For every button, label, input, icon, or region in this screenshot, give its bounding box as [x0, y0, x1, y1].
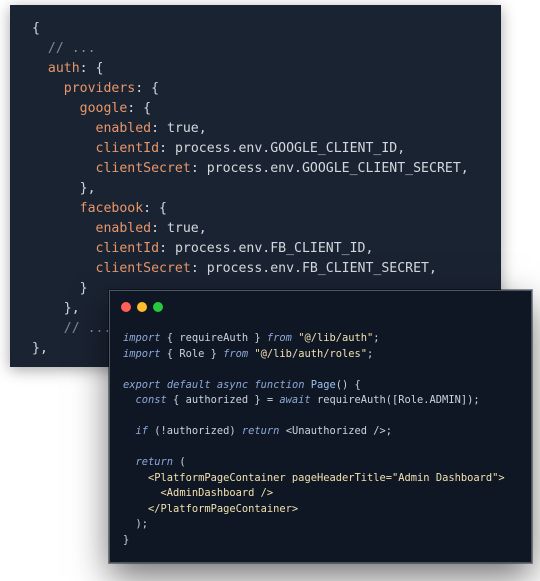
code-key: enabled — [95, 221, 152, 236]
code-punct: : { — [79, 61, 104, 76]
jsx-attr: pageHeaderTitle= — [285, 471, 393, 484]
code-key: clientSecret — [95, 161, 191, 176]
code-key: google — [79, 101, 128, 116]
minimize-window-button[interactable] — [137, 302, 147, 312]
code-value: : true, — [151, 121, 207, 136]
keyword: if — [135, 425, 149, 437]
code-punct: : { — [135, 81, 160, 96]
keyword: import — [123, 332, 161, 344]
window-titlebar — [110, 291, 531, 318]
code-key: providers — [63, 81, 136, 96]
keyword: export — [123, 378, 161, 391]
code-punct: : { — [127, 101, 152, 116]
keyword: return — [135, 456, 174, 468]
string-literal: "@/lib/auth" — [298, 332, 374, 344]
editor-window: import { requireAuth } from "@/lib/auth"… — [109, 290, 532, 563]
code-text: requireAuth([Role.ADMIN]); — [310, 394, 480, 406]
close-window-button[interactable] — [121, 302, 131, 312]
code-punct: () { — [335, 378, 361, 391]
code-key: enabled — [95, 121, 152, 136]
jsx-tag: <Unauthorized /> — [285, 425, 386, 437]
jsx-tag: </PlatformPageContainer> — [148, 502, 299, 515]
code-comment: // ... — [32, 41, 96, 56]
code-line: }, — [32, 301, 80, 316]
code-line: } — [32, 281, 88, 296]
string-literal: "Admin Dashboard" — [392, 471, 499, 484]
keyword: return — [241, 425, 280, 437]
code-line: }, — [32, 181, 96, 196]
keyword: from — [223, 347, 249, 360]
code-line: { — [32, 21, 40, 36]
code-value: : process.env.GOOGLE_CLIENT_SECRET, — [190, 161, 469, 176]
code-punct: ; — [373, 332, 380, 344]
code-value: : process.env.FB_CLIENT_ID, — [159, 241, 374, 256]
string-literal: "@/lib/auth/roles" — [254, 347, 368, 360]
keyword: const — [135, 394, 167, 406]
code-line: }, — [32, 341, 48, 356]
keyword: default — [166, 378, 211, 391]
keyword: function — [254, 378, 305, 391]
code-comment: // ... — [32, 321, 112, 336]
code-text: { Role } — [160, 347, 224, 360]
keyword: import — [123, 347, 161, 360]
code-key: clientId — [95, 241, 160, 256]
code-punct: } — [123, 533, 130, 546]
jsx-tag: <AdminDashboard /> — [160, 487, 274, 499]
code-key: clientId — [95, 141, 160, 156]
jsx-tag: <PlatformPageContainer — [148, 471, 286, 484]
code-text: { requireAuth } — [160, 332, 267, 344]
code-punct: : { — [143, 201, 167, 216]
code-text: { authorized } = — [166, 394, 280, 406]
keyword: await — [279, 394, 311, 406]
code-text: (!authorized) — [148, 425, 242, 437]
keyword: async — [216, 378, 249, 391]
code-value: : process.env.FB_CLIENT_SECRET, — [190, 261, 437, 276]
code-value: : true, — [151, 221, 207, 236]
code-value: : process.env.GOOGLE_CLIENT_ID, — [159, 141, 406, 156]
keyword: from — [266, 332, 292, 344]
function-name: Page — [310, 378, 336, 391]
page-code-block: import { requireAuth } from "@/lib/auth"… — [123, 331, 505, 548]
code-punct: ; — [367, 347, 374, 360]
code-punct: ( — [173, 456, 186, 468]
code-key: clientSecret — [95, 261, 191, 276]
code-punct: ; — [385, 425, 393, 437]
code-punct: ); — [135, 518, 149, 530]
code-key: facebook — [79, 201, 144, 216]
jsx-tag: > — [498, 471, 505, 484]
maximize-window-button[interactable] — [153, 302, 163, 312]
code-key: auth — [47, 61, 80, 76]
